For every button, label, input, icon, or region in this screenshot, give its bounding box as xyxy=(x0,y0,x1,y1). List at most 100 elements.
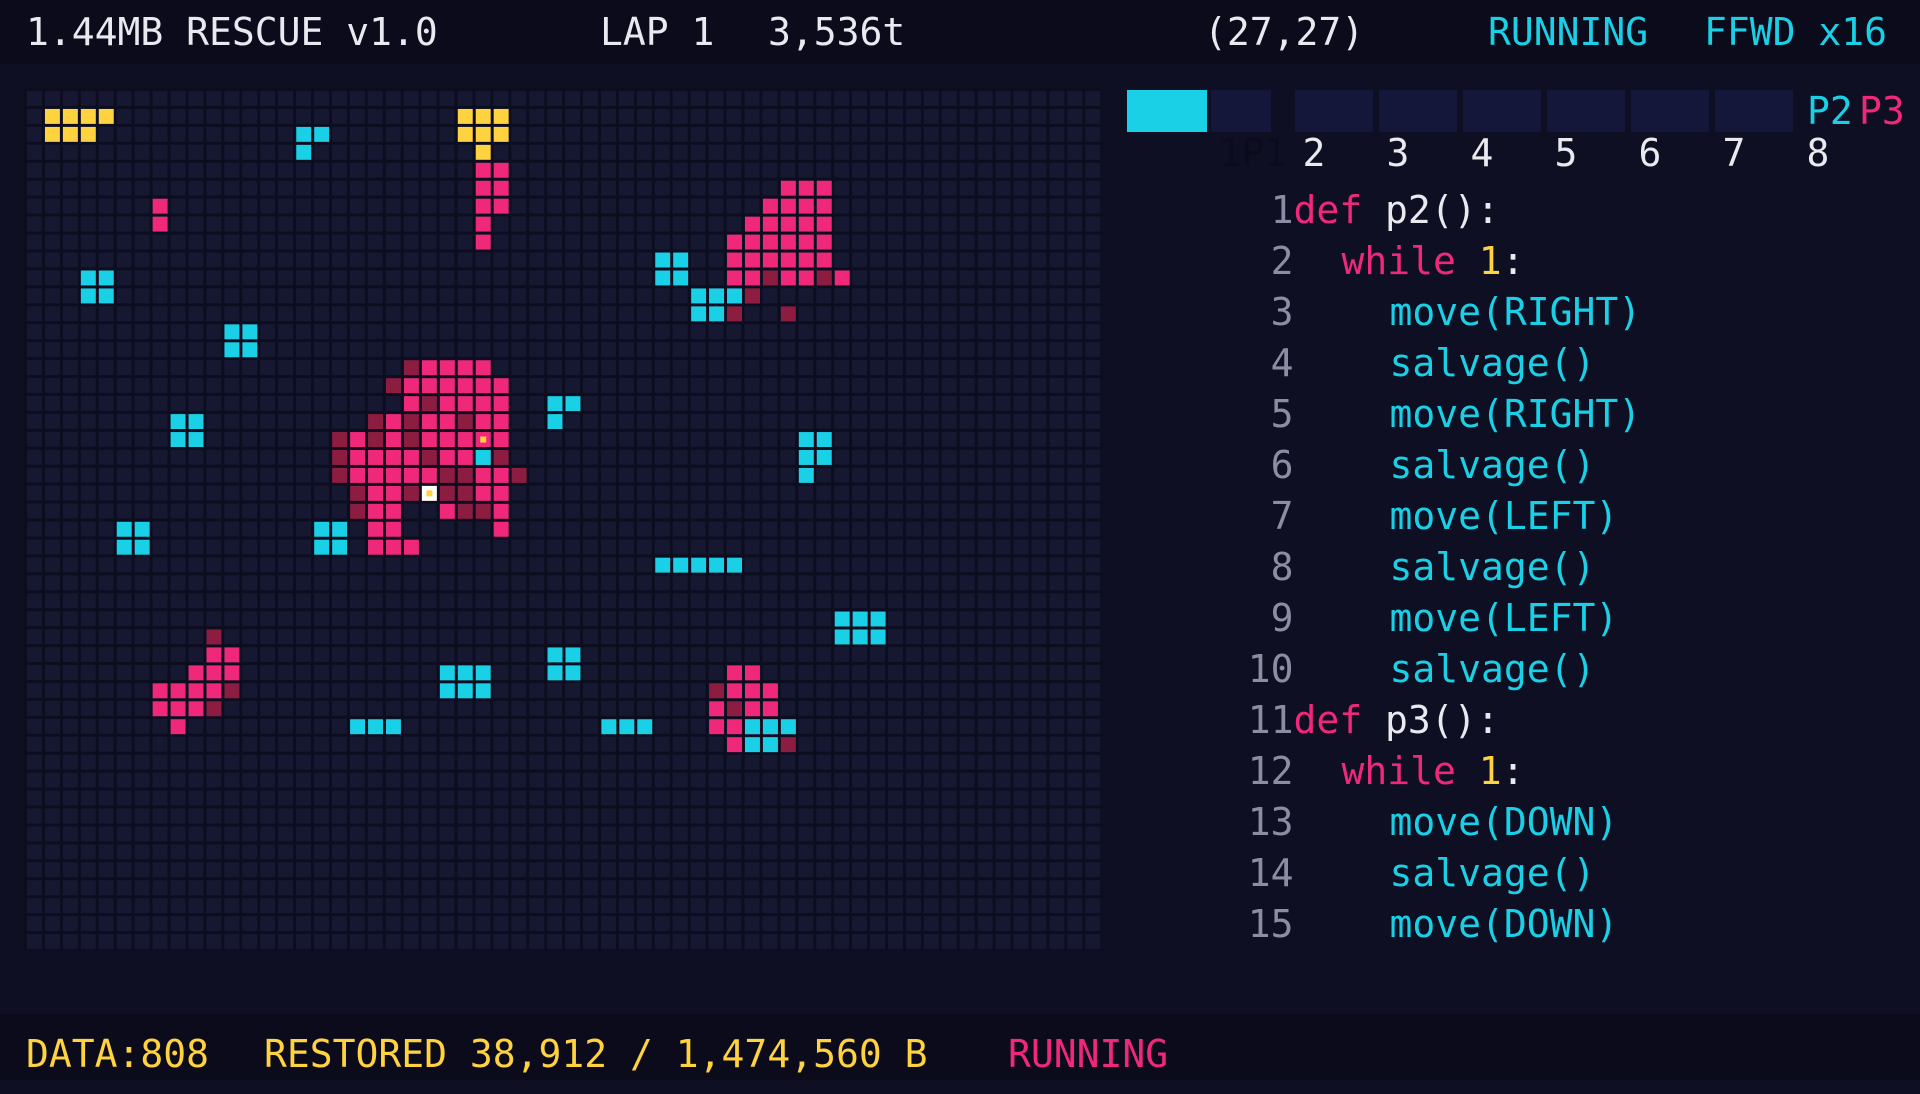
tab-8[interactable]: 8 xyxy=(1715,90,1829,174)
pink-cell xyxy=(368,450,383,465)
cyan-cell xyxy=(870,611,886,627)
pink-cell xyxy=(475,198,491,214)
tab-4[interactable]: 4 xyxy=(1379,90,1493,174)
pink-cell xyxy=(475,180,491,196)
pink-cell xyxy=(727,683,742,699)
cyan-cell xyxy=(565,665,581,681)
cyan-cell xyxy=(547,396,563,412)
cyan-cell xyxy=(116,539,132,555)
cyan-cell xyxy=(691,557,707,573)
footer-status: RUNNING xyxy=(1008,1032,1169,1076)
dark-cell xyxy=(332,450,348,465)
pink-cell xyxy=(780,198,796,214)
tab-6[interactable]: 6 xyxy=(1547,90,1661,174)
pink-cell xyxy=(188,683,204,699)
yellow-cell xyxy=(80,108,96,124)
dark-cell xyxy=(475,503,491,519)
tab-3[interactable]: 3 xyxy=(1295,90,1409,174)
tab-7[interactable]: 7 xyxy=(1631,90,1745,174)
p3-indicator[interactable]: P3 xyxy=(1859,90,1905,132)
pink-cell xyxy=(493,432,509,447)
game-board[interactable] xyxy=(24,88,1102,950)
status-bar: DATA:808 RESTORED 38,912 / 1,474,560 B R… xyxy=(0,1014,1920,1080)
dark-cell xyxy=(332,467,348,483)
cyan-cell xyxy=(834,611,850,627)
yellow-cell xyxy=(493,108,509,124)
yellow-cell xyxy=(62,108,78,124)
dark-cell xyxy=(421,450,437,465)
dark-cell xyxy=(403,360,419,376)
dark-cell xyxy=(511,467,527,483)
tab-5[interactable]: 5 xyxy=(1463,90,1577,174)
pink-cell xyxy=(386,432,401,447)
dark-cell xyxy=(421,396,437,412)
pink-cell xyxy=(403,467,419,483)
cyan-cell xyxy=(98,270,114,286)
p2-indicator[interactable]: P2 xyxy=(1807,90,1853,132)
pink-cell xyxy=(745,683,760,699)
pink-cell xyxy=(493,162,509,178)
pink-cell xyxy=(152,198,168,214)
dark-cell xyxy=(709,683,725,699)
dark-cell xyxy=(403,414,419,430)
yellow-cell xyxy=(475,126,491,142)
pink-cell xyxy=(493,414,509,430)
yellow-cell xyxy=(475,108,491,124)
tab-1[interactable]: 1P1 xyxy=(1127,90,1287,174)
code-editor[interactable]: 1def p2(): 2 while 1: 3 move(RIGHT) 4 salva… xyxy=(1140,134,1910,946)
cyan-cell xyxy=(188,432,204,447)
pink-cell xyxy=(386,414,401,430)
cyan-cell xyxy=(655,557,671,573)
cyan-cell xyxy=(852,629,868,645)
pink-cell xyxy=(780,270,796,286)
pink-cell xyxy=(368,521,383,537)
pink-cell xyxy=(475,216,491,232)
cyan-cell xyxy=(134,521,150,537)
cyan-cell xyxy=(691,288,707,304)
pink-cell xyxy=(386,503,401,519)
cyan-cell xyxy=(673,270,689,286)
cyan-cell xyxy=(332,521,348,537)
dark-cell xyxy=(493,450,509,465)
pink-cell xyxy=(421,432,437,447)
dark-cell xyxy=(350,485,366,501)
dark-cell xyxy=(439,485,455,501)
dark-cell xyxy=(403,432,419,447)
pink-cell xyxy=(170,683,186,699)
cursor-coordinates: (27,27) xyxy=(1204,10,1365,54)
cyan-cell xyxy=(798,467,814,483)
code-line: 9 move(LEFT) xyxy=(1140,542,1910,640)
cyan-cell xyxy=(619,719,635,735)
cyan-cell xyxy=(547,414,563,430)
pink-cell xyxy=(368,467,383,483)
dark-cell xyxy=(368,414,383,430)
speed-toggle[interactable]: FFWD x16 xyxy=(1704,0,1887,64)
cyan-cell xyxy=(655,252,671,268)
pink-cell xyxy=(152,701,168,717)
dark-cell xyxy=(386,378,401,394)
cyan-cell xyxy=(386,719,401,735)
pink-cell xyxy=(439,450,455,465)
pink-cell xyxy=(798,216,814,232)
pink-cell xyxy=(493,485,509,501)
cyan-cell xyxy=(116,521,132,537)
pink-cell xyxy=(403,539,419,555)
cyan-cell xyxy=(565,396,581,412)
pink-cell xyxy=(493,467,509,483)
cyan-cell xyxy=(475,683,491,699)
cyan-cell xyxy=(170,432,186,447)
pink-cell xyxy=(439,396,455,412)
pink-cell xyxy=(780,234,796,250)
pink-cell xyxy=(745,216,760,232)
cyan-cell xyxy=(188,414,204,430)
pink-cell xyxy=(368,503,383,519)
dark-cell xyxy=(332,432,348,447)
restored-bytes: RESTORED 38,912 / 1,474,560 B xyxy=(264,1032,928,1076)
cyan-cell xyxy=(368,719,383,735)
dark-cell xyxy=(727,306,742,322)
cyan-cell xyxy=(314,126,330,142)
cyan-cell xyxy=(762,719,778,735)
code-line: 15 move(DOWN) xyxy=(1140,848,1910,946)
tick-counter: 3,536t xyxy=(768,10,906,54)
tab-2[interactable]: 2 xyxy=(1211,90,1325,174)
